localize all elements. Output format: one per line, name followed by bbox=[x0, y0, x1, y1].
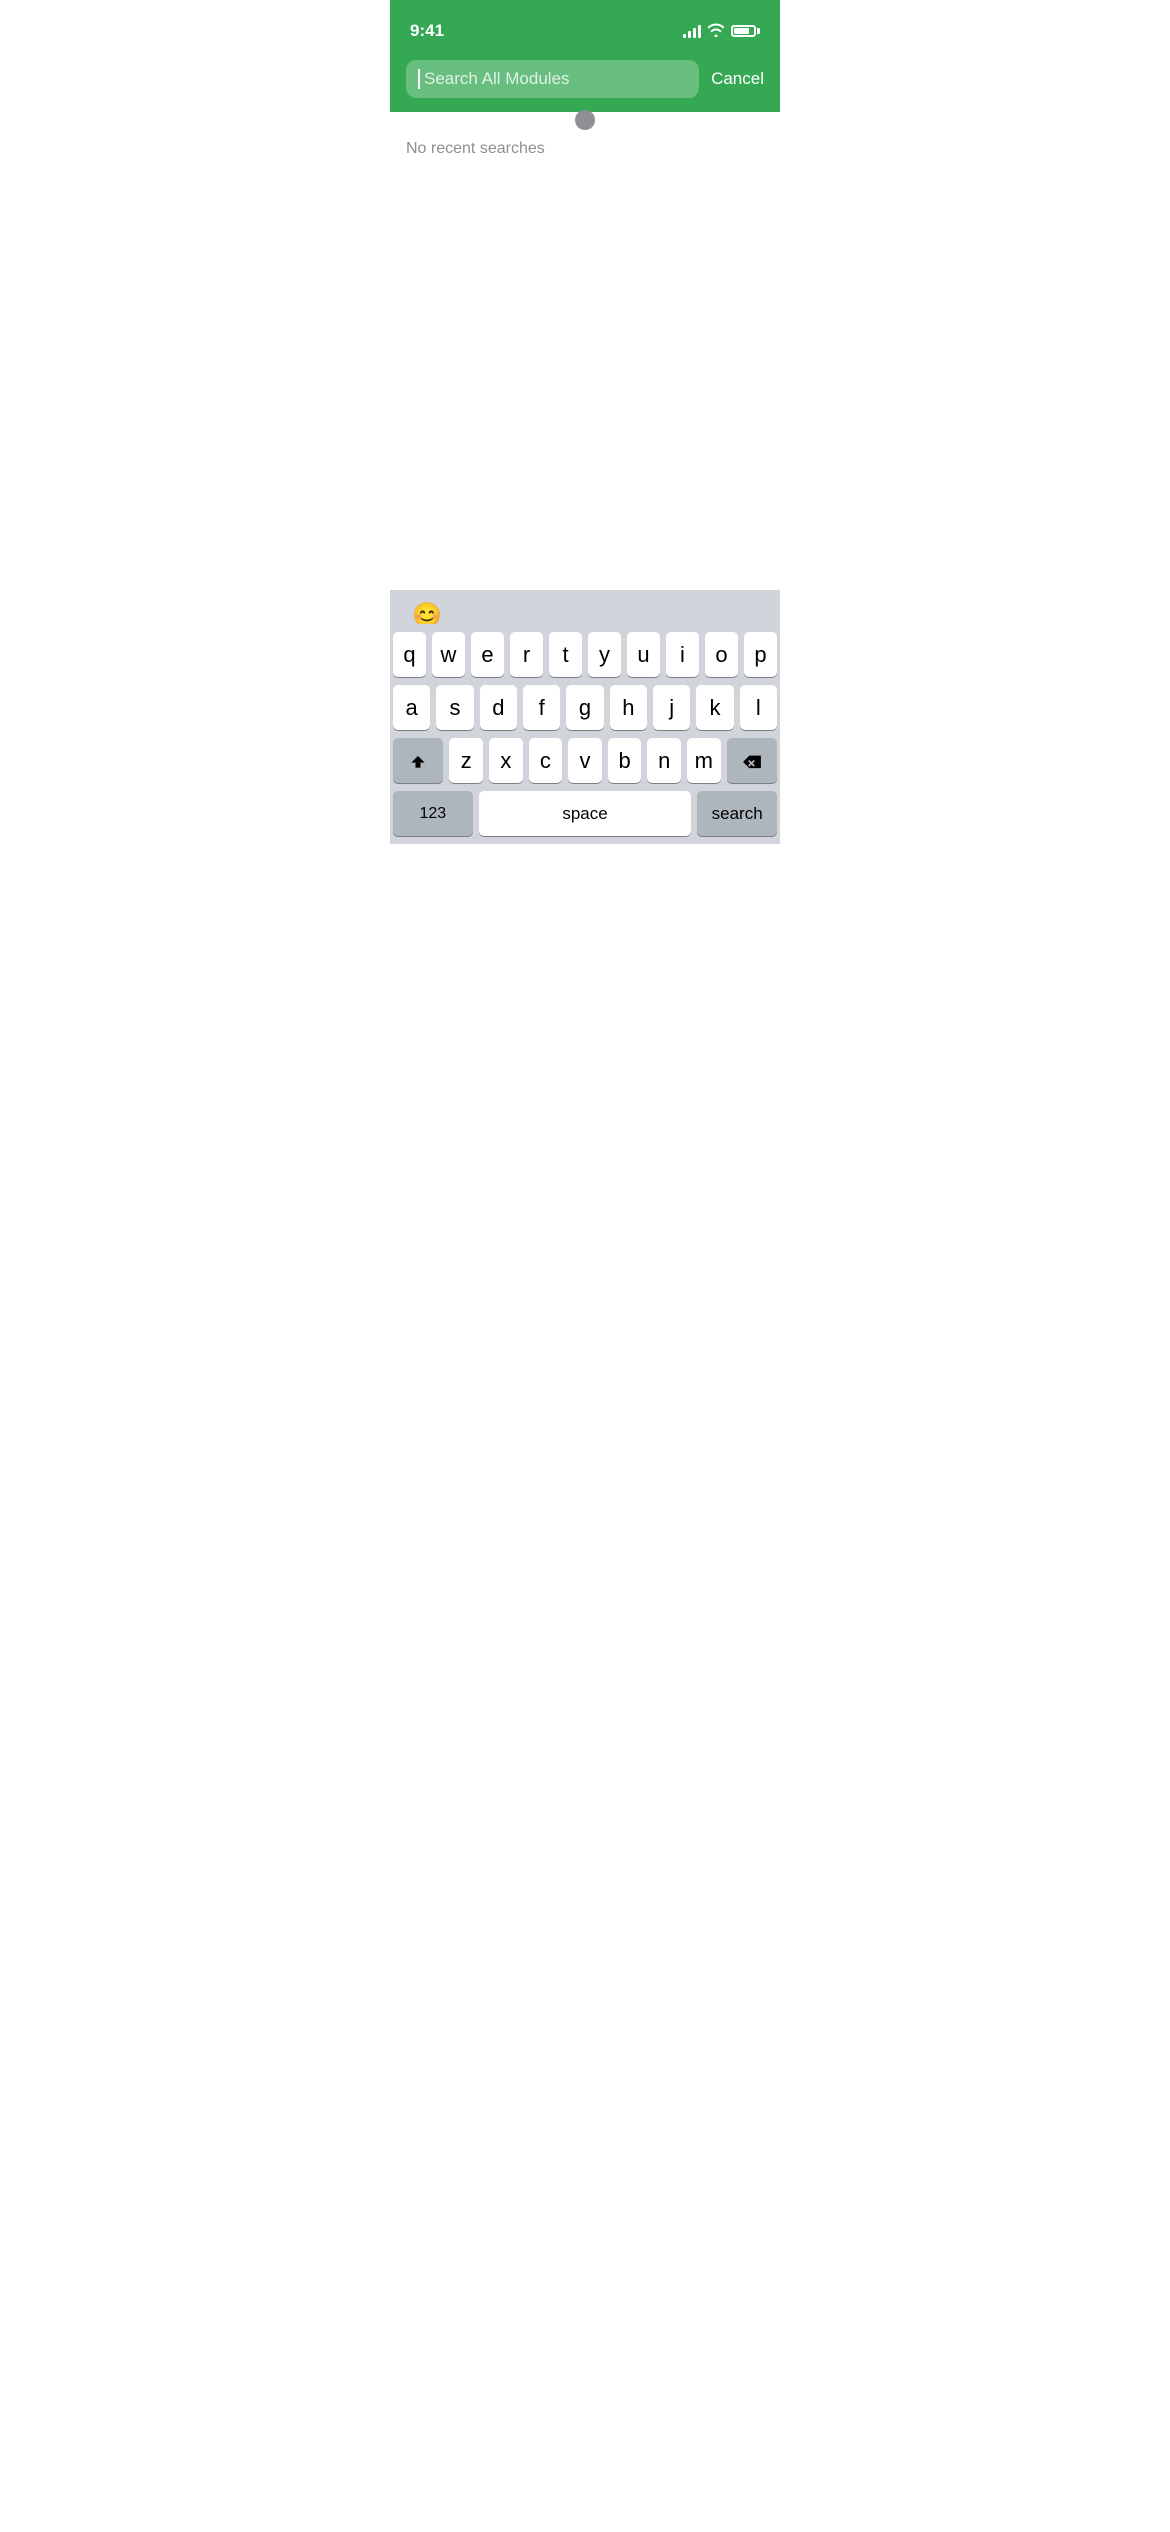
keyboard-row-3: z x c v b n m bbox=[393, 738, 777, 783]
status-icons bbox=[683, 23, 760, 40]
keyboard-row-1: q w e r t y u i o p bbox=[393, 632, 777, 677]
battery-icon bbox=[731, 25, 760, 37]
signal-icon bbox=[683, 24, 701, 38]
key-m[interactable]: m bbox=[687, 738, 721, 783]
key-g[interactable]: g bbox=[566, 685, 603, 730]
key-r[interactable]: r bbox=[510, 632, 543, 677]
search-key[interactable]: search bbox=[697, 791, 777, 836]
wifi-icon bbox=[707, 23, 725, 40]
key-w[interactable]: w bbox=[432, 632, 465, 677]
key-y[interactable]: y bbox=[588, 632, 621, 677]
key-t[interactable]: t bbox=[549, 632, 582, 677]
numbers-key[interactable]: 123 bbox=[393, 791, 473, 836]
keyboard[interactable]: q w e r t y u i o p a s d f g h j k l z … bbox=[390, 624, 780, 844]
cancel-button[interactable]: Cancel bbox=[711, 69, 764, 89]
key-v[interactable]: v bbox=[568, 738, 602, 783]
key-e[interactable]: e bbox=[471, 632, 504, 677]
key-x[interactable]: x bbox=[489, 738, 523, 783]
search-cursor bbox=[418, 69, 420, 89]
status-bar: 9:41 bbox=[390, 0, 780, 50]
main-content bbox=[390, 170, 780, 590]
key-b[interactable]: b bbox=[608, 738, 642, 783]
shift-key[interactable] bbox=[393, 738, 443, 783]
search-header: Search All Modules Cancel bbox=[390, 50, 780, 112]
key-u[interactable]: u bbox=[627, 632, 660, 677]
key-a[interactable]: a bbox=[393, 685, 430, 730]
key-c[interactable]: c bbox=[529, 738, 563, 783]
key-q[interactable]: q bbox=[393, 632, 426, 677]
key-h[interactable]: h bbox=[610, 685, 647, 730]
key-n[interactable]: n bbox=[647, 738, 681, 783]
key-j[interactable]: j bbox=[653, 685, 690, 730]
key-o[interactable]: o bbox=[705, 632, 738, 677]
keyboard-row-2: a s d f g h j k l bbox=[393, 685, 777, 730]
space-key[interactable]: space bbox=[479, 791, 692, 836]
scroll-indicator-area bbox=[390, 112, 780, 128]
key-p[interactable]: p bbox=[744, 632, 777, 677]
search-bar[interactable]: Search All Modules bbox=[406, 60, 699, 98]
key-d[interactable]: d bbox=[480, 685, 517, 730]
key-i[interactable]: i bbox=[666, 632, 699, 677]
scroll-dot bbox=[575, 110, 595, 130]
key-l[interactable]: l bbox=[740, 685, 777, 730]
no-recent-searches: No recent searches bbox=[390, 128, 780, 170]
key-s[interactable]: s bbox=[436, 685, 473, 730]
backspace-key[interactable] bbox=[727, 738, 777, 783]
key-k[interactable]: k bbox=[696, 685, 733, 730]
key-f[interactable]: f bbox=[523, 685, 560, 730]
search-placeholder: Search All Modules bbox=[424, 69, 570, 89]
status-time: 9:41 bbox=[410, 21, 444, 41]
keyboard-row-4: 123 space search bbox=[393, 791, 777, 836]
key-z[interactable]: z bbox=[449, 738, 483, 783]
